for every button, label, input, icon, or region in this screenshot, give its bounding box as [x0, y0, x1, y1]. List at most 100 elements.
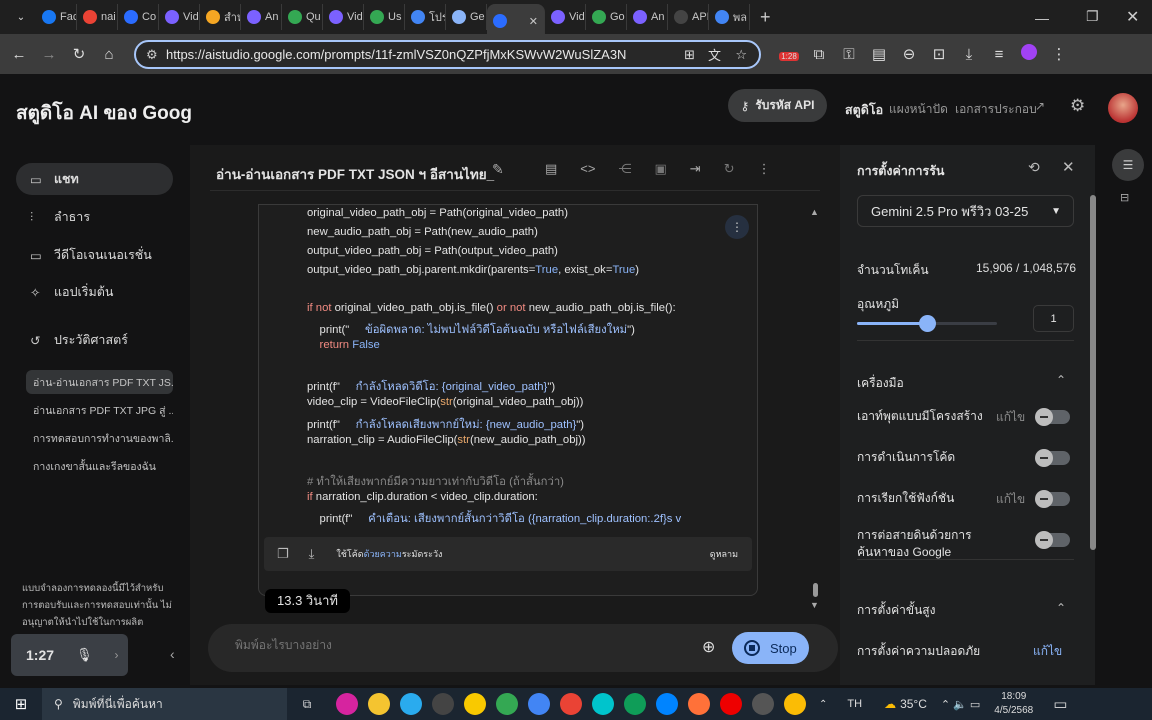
home-button[interactable]: ⌂	[94, 46, 124, 63]
volume-icon[interactable]: ⌃ 🔈 ▭	[941, 698, 980, 711]
browser-tab[interactable]: พล	[709, 4, 750, 30]
collapse-sidebar-button[interactable]: ‹	[170, 646, 175, 662]
bookmark-star-icon[interactable]: ☆	[735, 47, 747, 63]
edit-title-icon[interactable]: ✎	[492, 161, 504, 178]
run-settings-toggle-icon[interactable]: ☰	[1112, 149, 1144, 181]
weather-temp[interactable]: 35°C	[900, 697, 927, 711]
scrollbar-thumb[interactable]	[813, 583, 818, 597]
download-code-icon[interactable]: ⤓	[309, 546, 315, 562]
close-panel-icon[interactable]: ✕	[1062, 158, 1075, 176]
advanced-settings-header[interactable]: การตั้งค่าขั้นสูง	[857, 601, 935, 620]
browser-tab[interactable]: An	[241, 4, 282, 30]
browser-tab[interactable]: Vid	[323, 4, 364, 30]
notes-icon[interactable]	[464, 693, 486, 715]
tool-toggle[interactable]	[1035, 531, 1070, 549]
canva-icon[interactable]	[592, 693, 614, 715]
code-icon[interactable]: <>	[580, 161, 595, 177]
recorder-expand-icon[interactable]: ›	[115, 648, 119, 662]
forward-button[interactable]: →	[34, 46, 64, 63]
safety-edit-link[interactable]: แก้ไข	[1033, 642, 1062, 661]
input-language[interactable]: TH	[847, 698, 862, 710]
show-hidden-icons[interactable]: ⌃	[819, 699, 827, 710]
more-options-icon[interactable]: ⋮	[758, 161, 771, 177]
history-item[interactable]: กางเกงขาสั้นและรีลของฉัน	[26, 454, 173, 478]
reset-icon[interactable]: ↻	[724, 161, 735, 177]
browser-tab[interactable]: nai	[77, 4, 118, 30]
get-api-key-button[interactable]: ⚷ รับรหัส API	[728, 89, 827, 122]
sidebar-item-stream[interactable]: ⫶ ลำธาร	[16, 201, 173, 233]
tool-edit-link[interactable]: แก้ไข	[996, 408, 1025, 427]
media-gallery-icon[interactable]: ⊟	[1120, 191, 1129, 204]
notifications-icon[interactable]: ▭	[1053, 695, 1067, 713]
tool-edit-link[interactable]: แก้ไข	[996, 490, 1025, 509]
mic-muted-icon[interactable]: 🎙	[76, 647, 93, 663]
chrome-icon[interactable]	[560, 693, 582, 715]
code-more-button[interactable]: ⋮	[725, 215, 749, 239]
tool-toggle[interactable]	[1035, 490, 1070, 508]
stop-button[interactable]: Stop	[732, 632, 809, 664]
save-icon[interactable]: ▣	[654, 161, 666, 177]
reset-settings-icon[interactable]: ⟲	[1028, 159, 1040, 176]
clipboard-icon[interactable]: ▤	[545, 161, 557, 177]
close-window-button[interactable]: ✕	[1126, 7, 1139, 27]
browser-tab[interactable]: Vid	[159, 4, 200, 30]
address-bar[interactable]: ⚙ https://aistudio.google.com/prompts/11…	[134, 40, 761, 69]
browser-tab[interactable]: Qu	[282, 4, 323, 30]
player-icon[interactable]	[432, 693, 454, 715]
tool-toggle[interactable]	[1035, 408, 1070, 426]
maximize-button[interactable]: ❐	[1086, 8, 1099, 25]
history-item[interactable]: อ่านเอกสาร PDF TXT JPG สู่ ...	[26, 398, 173, 422]
messenger-icon[interactable]	[656, 693, 678, 715]
minimize-button[interactable]: —	[1035, 10, 1049, 26]
clock[interactable]: 18:09 4/5/2568	[994, 690, 1033, 718]
start-button[interactable]: ⊞	[0, 695, 42, 713]
compare-icon[interactable]: ⇥	[690, 161, 701, 177]
model-select[interactable]: Gemini 2.5 Pro พรีวิว 03-25 ▼	[857, 195, 1074, 227]
browser-tab[interactable]: Us	[364, 4, 405, 30]
share-icon[interactable]: ⋲	[618, 161, 631, 177]
settings-gear-icon[interactable]: ⚙	[1070, 96, 1085, 116]
screenshot-icon[interactable]: ⊡	[924, 45, 954, 63]
add-attachment-icon[interactable]: ⊕	[702, 637, 715, 657]
sidebar-item-video[interactable]: ▭ วีดีโอเจนเนอเรชั่น	[16, 239, 173, 271]
chrome-icon[interactable]	[784, 693, 806, 715]
extension-icon[interactable]: 1:28	[774, 46, 804, 63]
browser-tab[interactable]: API	[668, 4, 709, 30]
collapse-advanced-icon[interactable]: ⌃	[1056, 601, 1066, 615]
instagram-icon[interactable]	[336, 693, 358, 715]
nav-docs[interactable]: เอกสารประกอบ	[955, 100, 1037, 119]
browser-tab[interactable]: สำห	[200, 4, 241, 30]
browser-tab[interactable]: ✕	[487, 4, 545, 38]
temperature-input[interactable]: 1	[1033, 305, 1074, 332]
copy-icon[interactable]: ❐	[277, 546, 289, 562]
temperature-slider-handle[interactable]	[919, 315, 936, 332]
history-item[interactable]: อ่าน-อ่านเอกสาร PDF TXT JS...	[26, 370, 173, 394]
telegram-icon[interactable]	[400, 693, 422, 715]
scroll-up-arrow[interactable]: ▲	[810, 207, 819, 217]
sidebar-item-chat[interactable]: ▭ แชท	[16, 163, 173, 195]
browser-tab[interactable]: Vid	[545, 4, 586, 30]
install-icon[interactable]: ⊞	[684, 47, 695, 63]
reload-button[interactable]: ↻	[64, 45, 94, 63]
browser-tab[interactable]: Go	[586, 4, 627, 30]
chrome-icon[interactable]	[528, 693, 550, 715]
media-icon[interactable]: ≡	[984, 46, 1014, 63]
record-icon[interactable]	[720, 693, 742, 715]
temperature-slider[interactable]	[857, 315, 997, 332]
calculator-icon[interactable]	[752, 693, 774, 715]
firefox-icon[interactable]	[688, 693, 710, 715]
close-tab-icon[interactable]: ✕	[529, 15, 538, 28]
browser-tab[interactable]: Ge	[446, 4, 487, 30]
taskbar-search[interactable]: ⚲ พิมพ์ที่นี่เพื่อค้นหา	[42, 688, 287, 720]
browser-tab[interactable]: Co	[118, 4, 159, 30]
browser-tab[interactable]: โปร	[405, 4, 446, 30]
tab-search-button[interactable]: ⌄	[6, 12, 36, 23]
password-icon[interactable]: ⚿	[834, 46, 864, 63]
reader-icon[interactable]: ▤	[864, 45, 894, 63]
edge-icon[interactable]	[624, 693, 646, 715]
tool-toggle[interactable]	[1035, 449, 1070, 467]
tools-section-header[interactable]: เครื่องมือ	[857, 374, 904, 393]
chrome-icon[interactable]	[496, 693, 518, 715]
sidebar-item-app[interactable]: ✧ แอปเริ่มต้น	[16, 276, 173, 308]
prompt-input[interactable]	[235, 638, 675, 652]
